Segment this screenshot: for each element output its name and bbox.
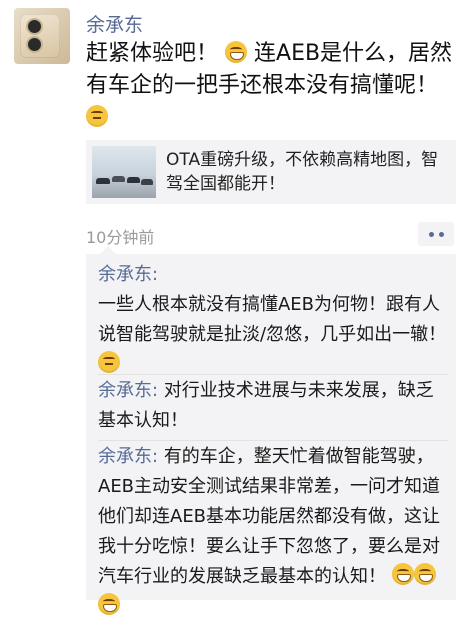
link-title: OTA重磅升级，不依赖高精地图，智驾全国都能开！	[166, 150, 439, 194]
more-button[interactable]	[418, 222, 454, 246]
post-author[interactable]: 余承东	[86, 10, 143, 37]
comment-divider	[98, 440, 448, 441]
grinning-face-icon	[391, 563, 414, 585]
camera-lens-icon	[26, 36, 43, 53]
comment-divider	[98, 374, 448, 375]
post-text: 赶紧体验吧！ 连AEB是什么，居然有车企的一把手还根本没有搞懂呢！	[86, 38, 456, 134]
comment-item[interactable]: 余承东: 对行业技术进展与未来发展，缺乏基本认知！	[98, 376, 448, 436]
post-text-part1: 赶紧体验吧！	[86, 41, 219, 66]
comments-section: 余承东: 一些人根本就没有搞懂AEB为何物！跟有人说智能驾驶就是扯淡/忽悠，几乎…	[86, 246, 456, 615]
avatar[interactable]	[14, 8, 70, 64]
grinning-face-icon	[98, 593, 120, 615]
comment-author[interactable]: 余承东:	[98, 380, 158, 401]
grinning-face-icon	[413, 563, 436, 585]
camera-lens-icon	[26, 18, 43, 35]
comment-author[interactable]: 余承东:	[98, 264, 158, 285]
thinking-face-icon	[98, 351, 120, 373]
comment-text: 有的车企，整天忙着做智能驾驶，AEB主动安全测试结果非常差，一问才知道他们却连A…	[98, 446, 441, 587]
more-dots-icon	[428, 231, 434, 237]
post-timestamp: 10分钟前	[86, 228, 155, 247]
comment-item[interactable]: 余承东: 有的车企，整天忙着做智能驾驶，AEB主动安全测试结果非常差，一问才知道…	[98, 442, 448, 622]
thinking-face-icon	[86, 105, 108, 127]
comment-text: 一些人根本就没有搞懂AEB为何物！跟有人说智能驾驶就是扯淡/忽悠，几乎如出一辙！	[98, 294, 447, 345]
link-thumbnail	[92, 146, 156, 198]
comment-author[interactable]: 余承东:	[98, 446, 158, 467]
link-card[interactable]: OTA重磅升级，不依赖高精地图，智驾全国都能开！	[86, 140, 456, 204]
comment-item[interactable]: 余承东: 一些人根本就没有搞懂AEB为何物！跟有人说智能驾驶就是扯淡/忽悠，几乎…	[98, 260, 448, 380]
grinning-face-icon	[225, 41, 248, 63]
